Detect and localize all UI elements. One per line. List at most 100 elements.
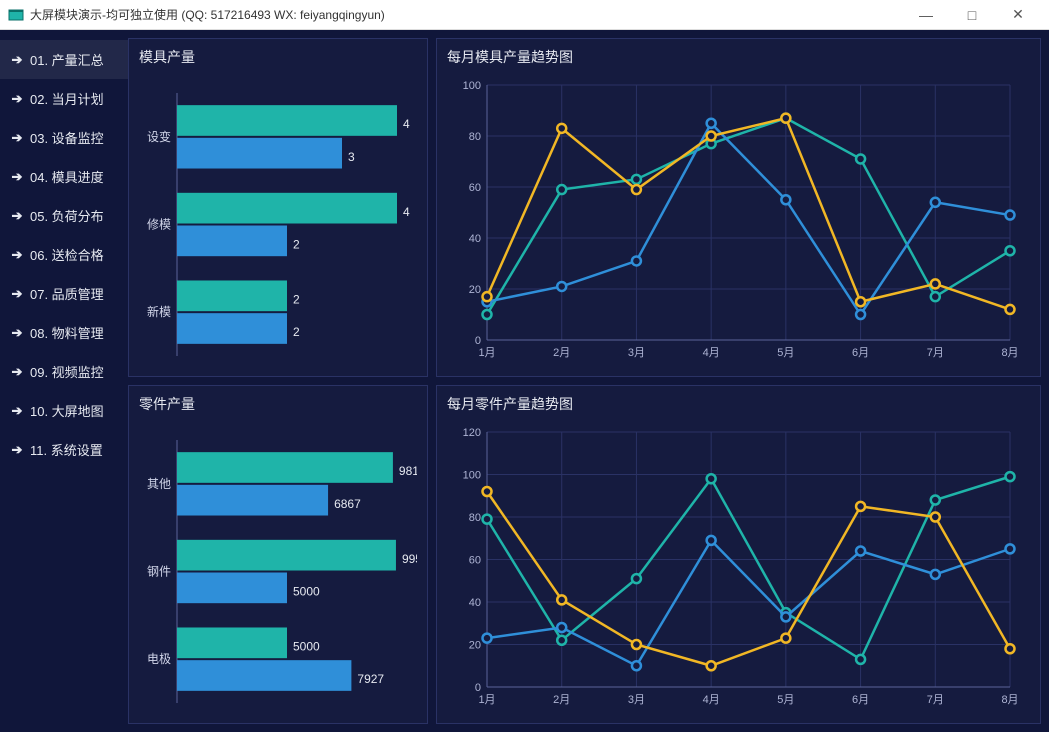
svg-text:1月: 1月 bbox=[478, 694, 495, 706]
svg-text:7月: 7月 bbox=[927, 694, 944, 706]
svg-text:0: 0 bbox=[475, 682, 481, 694]
sidebar-item-label: 04. 模具进度 bbox=[30, 167, 104, 186]
panel-title: 每月零件产量趋势图 bbox=[437, 386, 1040, 422]
svg-text:4月: 4月 bbox=[703, 694, 720, 706]
sidebar-item-1[interactable]: ➔ 01. 产量汇总 bbox=[0, 40, 128, 79]
svg-text:5月: 5月 bbox=[777, 694, 794, 706]
arrow-right-icon: ➔ bbox=[10, 130, 24, 146]
arrow-right-icon: ➔ bbox=[10, 325, 24, 341]
svg-text:2: 2 bbox=[293, 292, 300, 306]
arrow-right-icon: ➔ bbox=[10, 403, 24, 419]
arrow-right-icon: ➔ bbox=[10, 91, 24, 107]
svg-text:2月: 2月 bbox=[553, 694, 570, 706]
svg-text:5000: 5000 bbox=[293, 585, 320, 599]
arrow-right-icon: ➔ bbox=[10, 208, 24, 224]
sidebar-item-7[interactable]: ➔ 07. 品质管理 bbox=[0, 274, 128, 313]
svg-text:3: 3 bbox=[348, 150, 355, 164]
sidebar: ➔ 01. 产量汇总 ➔ 02. 当月计划 ➔ 03. 设备监控 ➔ 04. 模具进度 ➔ 05.… bbox=[0, 30, 128, 732]
chart-part-output: 其他 9814 6867 钢件 9952 5000 电极 5000 7927 bbox=[139, 422, 417, 713]
panel-part-output: 零件产量 其他 9814 6867 钢件 9952 5000 电极 5000 7927 bbox=[128, 385, 428, 724]
arrow-right-icon: ➔ bbox=[10, 442, 24, 458]
svg-text:5000: 5000 bbox=[293, 639, 320, 653]
svg-text:80: 80 bbox=[469, 131, 481, 143]
maximize-button[interactable]: □ bbox=[949, 0, 995, 30]
svg-text:其他: 其他 bbox=[147, 477, 171, 491]
svg-text:4月: 4月 bbox=[703, 347, 720, 359]
svg-text:6月: 6月 bbox=[852, 347, 869, 359]
svg-text:4: 4 bbox=[403, 205, 410, 219]
svg-text:7月: 7月 bbox=[927, 347, 944, 359]
svg-text:4: 4 bbox=[403, 117, 410, 131]
arrow-right-icon: ➔ bbox=[10, 169, 24, 185]
svg-text:电极: 电极 bbox=[147, 652, 171, 666]
sidebar-item-label: 06. 送检合格 bbox=[30, 245, 104, 264]
sidebar-item-6[interactable]: ➔ 06. 送检合格 bbox=[0, 235, 128, 274]
sidebar-item-10[interactable]: ➔ 10. 大屏地图 bbox=[0, 391, 128, 430]
app-icon bbox=[8, 7, 24, 23]
app-body: ➔ 01. 产量汇总 ➔ 02. 当月计划 ➔ 03. 设备监控 ➔ 04. 模具进度 ➔ 05.… bbox=[0, 30, 1049, 732]
sidebar-item-label: 11. 系统设置 bbox=[30, 440, 103, 459]
svg-text:9952: 9952 bbox=[402, 552, 417, 566]
svg-text:6867: 6867 bbox=[334, 497, 361, 511]
sidebar-item-label: 03. 设备监控 bbox=[30, 128, 104, 147]
svg-text:修模: 修模 bbox=[147, 217, 171, 232]
svg-text:2月: 2月 bbox=[553, 347, 570, 359]
arrow-right-icon: ➔ bbox=[10, 247, 24, 263]
svg-text:3月: 3月 bbox=[628, 347, 645, 359]
close-button[interactable]: ✕ bbox=[995, 0, 1041, 30]
svg-text:60: 60 bbox=[469, 182, 481, 194]
sidebar-item-4[interactable]: ➔ 04. 模具进度 bbox=[0, 157, 128, 196]
svg-text:8月: 8月 bbox=[1001, 347, 1018, 359]
svg-text:1月: 1月 bbox=[478, 347, 495, 359]
title-bar: 大屏模块演示-均可独立使用 (QQ: 517216493 WX: feiyang… bbox=[0, 0, 1049, 30]
panel-mold-trend: 每月模具产量趋势图 0 20 40 60 80 100 1月 2月 3月 4月 5月 6月 7月 8月 bbox=[436, 38, 1041, 377]
svg-text:3月: 3月 bbox=[628, 694, 645, 706]
chart-part-trend: 0 20 40 60 80 100 120 1月 2月 3月 4月 5月 6月 7月 8月 bbox=[447, 422, 1030, 713]
window-title: 大屏模块演示-均可独立使用 (QQ: 517216493 WX: feiyang… bbox=[30, 6, 903, 23]
svg-text:6月: 6月 bbox=[852, 694, 869, 706]
panel-mold-output: 模具产量 设变 4 3 修模 4 2 新模 2 2 bbox=[128, 38, 428, 377]
svg-text:7927: 7927 bbox=[357, 672, 384, 686]
sidebar-item-8[interactable]: ➔ 08. 物料管理 bbox=[0, 313, 128, 352]
sidebar-item-label: 01. 产量汇总 bbox=[30, 50, 104, 69]
svg-text:20: 20 bbox=[469, 640, 481, 652]
svg-text:120: 120 bbox=[463, 427, 481, 439]
svg-text:60: 60 bbox=[469, 555, 481, 567]
svg-text:20: 20 bbox=[469, 284, 481, 296]
sidebar-item-11[interactable]: ➔ 11. 系统设置 bbox=[0, 430, 128, 469]
sidebar-item-label: 09. 视频监控 bbox=[30, 362, 104, 381]
sidebar-item-label: 02. 当月计划 bbox=[30, 89, 104, 108]
svg-text:新模: 新模 bbox=[147, 304, 171, 319]
sidebar-item-3[interactable]: ➔ 03. 设备监控 bbox=[0, 118, 128, 157]
panel-part-trend: 每月零件产量趋势图 0 20 40 60 80 100 120 1月 2月 3月 4月 5月 6月 7月 8… bbox=[436, 385, 1041, 724]
sidebar-item-label: 05. 负荷分布 bbox=[30, 206, 104, 225]
main-grid: 模具产量 设变 4 3 修模 4 2 新模 2 2 每月模具产量趋势图 0 20 40 60 80 100… bbox=[128, 30, 1049, 732]
sidebar-item-5[interactable]: ➔ 05. 负荷分布 bbox=[0, 196, 128, 235]
svg-text:8月: 8月 bbox=[1001, 694, 1018, 706]
sidebar-item-label: 08. 物料管理 bbox=[30, 323, 104, 342]
sidebar-item-label: 10. 大屏地图 bbox=[30, 401, 104, 420]
svg-text:9814: 9814 bbox=[399, 464, 417, 478]
svg-text:2: 2 bbox=[293, 238, 300, 252]
sidebar-item-9[interactable]: ➔ 09. 视频监控 bbox=[0, 352, 128, 391]
svg-text:0: 0 bbox=[475, 335, 481, 347]
chart-mold-trend: 0 20 40 60 80 100 1月 2月 3月 4月 5月 6月 7月 8月 bbox=[447, 75, 1030, 366]
svg-text:100: 100 bbox=[463, 80, 481, 92]
minimize-button[interactable]: — bbox=[903, 0, 949, 30]
svg-text:5月: 5月 bbox=[777, 347, 794, 359]
svg-text:80: 80 bbox=[469, 512, 481, 524]
svg-text:40: 40 bbox=[469, 597, 481, 609]
sidebar-item-2[interactable]: ➔ 02. 当月计划 bbox=[0, 79, 128, 118]
svg-text:设变: 设变 bbox=[147, 129, 171, 144]
svg-text:40: 40 bbox=[469, 233, 481, 245]
arrow-right-icon: ➔ bbox=[10, 52, 24, 68]
panel-title: 每月模具产量趋势图 bbox=[437, 39, 1040, 75]
arrow-right-icon: ➔ bbox=[10, 286, 24, 302]
panel-title: 模具产量 bbox=[129, 39, 427, 75]
sidebar-item-label: 07. 品质管理 bbox=[30, 284, 104, 303]
arrow-right-icon: ➔ bbox=[10, 364, 24, 380]
svg-text:100: 100 bbox=[463, 470, 481, 482]
panel-title: 零件产量 bbox=[129, 386, 427, 422]
svg-text:2: 2 bbox=[293, 325, 300, 339]
svg-text:钢件: 钢件 bbox=[147, 565, 171, 579]
